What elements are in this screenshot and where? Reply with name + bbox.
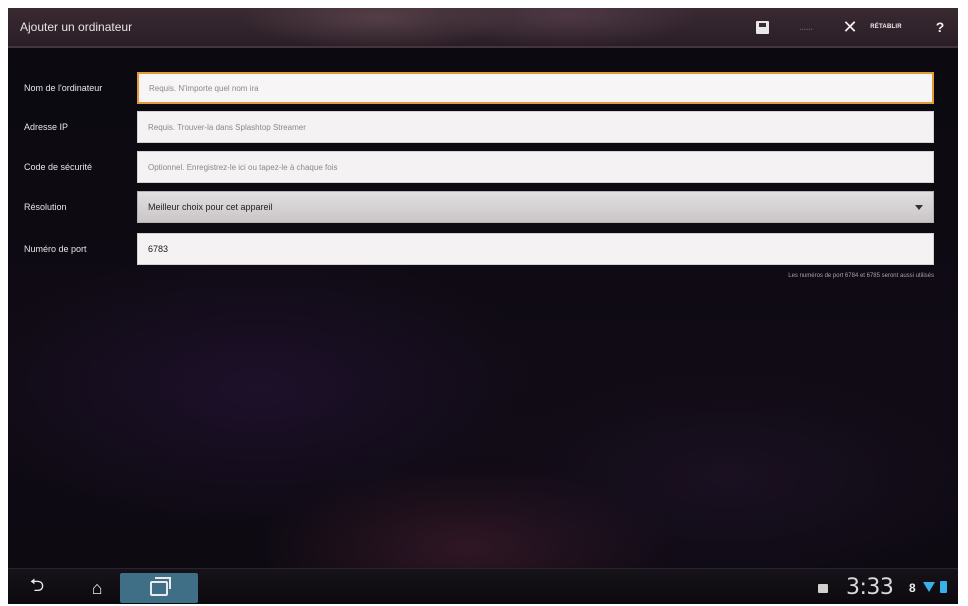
ip-address-input[interactable]: Requis. Trouver-la dans Splashtop Stream… xyxy=(137,111,934,143)
security-code-label: Code de sécurité xyxy=(24,162,93,172)
notification-count: 8 xyxy=(909,581,916,595)
resolution-select[interactable]: Meilleur choix pour cet appareil xyxy=(137,191,934,223)
help-icon: ? xyxy=(935,19,945,35)
close-icon: ✕ xyxy=(842,16,858,37)
clock[interactable]: 3:33 xyxy=(846,575,894,600)
row-resolution: Résolution Meilleur choix pour cet appar… xyxy=(18,191,934,223)
home-button[interactable]: ⌂ xyxy=(82,573,112,603)
port-number-input[interactable]: 6783 xyxy=(137,233,934,265)
row-computer-name: Nom de l'ordinateur Requis. N'importe qu… xyxy=(18,72,934,104)
wifi-icon xyxy=(923,582,935,592)
recent-apps-icon xyxy=(150,576,171,596)
disabled-action-button: ...... xyxy=(799,22,813,32)
reset-button[interactable]: RÉTABLIR xyxy=(864,14,908,40)
ip-address-label: Adresse IP xyxy=(24,122,69,132)
battery-icon xyxy=(940,581,947,593)
save-button[interactable] xyxy=(746,14,778,40)
row-port-number: Numéro de port 6783 xyxy=(18,233,934,265)
system-bar: ⮌ ⌂ 3:33 8 xyxy=(8,568,958,604)
back-button[interactable]: ⮌ xyxy=(22,573,52,603)
screenshot-icon[interactable] xyxy=(818,584,828,593)
row-security-code: Code de sécurité Optionnel. Enregistrez-… xyxy=(18,151,934,183)
app-screen: Ajouter un ordinateur ...... ✕ RÉTABLIR … xyxy=(8,8,958,604)
resolution-label: Résolution xyxy=(24,202,67,212)
save-icon xyxy=(755,20,769,34)
help-button[interactable]: ? xyxy=(928,14,952,40)
close-button[interactable]: ✕ xyxy=(838,14,862,40)
action-bar: Ajouter un ordinateur ...... ✕ RÉTABLIR … xyxy=(8,8,958,48)
port-number-label: Numéro de port xyxy=(24,244,87,254)
dropdown-caret-icon xyxy=(915,205,923,210)
recent-apps-button[interactable] xyxy=(120,573,198,603)
back-icon: ⮌ xyxy=(29,575,45,595)
security-code-input[interactable]: Optionnel. Enregistrez-le ici ou tapez-l… xyxy=(137,151,934,183)
computer-name-label: Nom de l'ordinateur xyxy=(24,83,103,93)
home-icon: ⌂ xyxy=(91,577,103,598)
computer-name-input[interactable]: Requis. N'importe quel nom ira xyxy=(137,72,934,104)
page-title: Ajouter un ordinateur xyxy=(20,20,133,34)
port-note: Les numéros de port 6784 et 6785 seront … xyxy=(788,273,934,279)
resolution-value: Meilleur choix pour cet appareil xyxy=(148,202,273,212)
row-ip-address: Adresse IP Requis. Trouver-la dans Splas… xyxy=(18,111,934,143)
